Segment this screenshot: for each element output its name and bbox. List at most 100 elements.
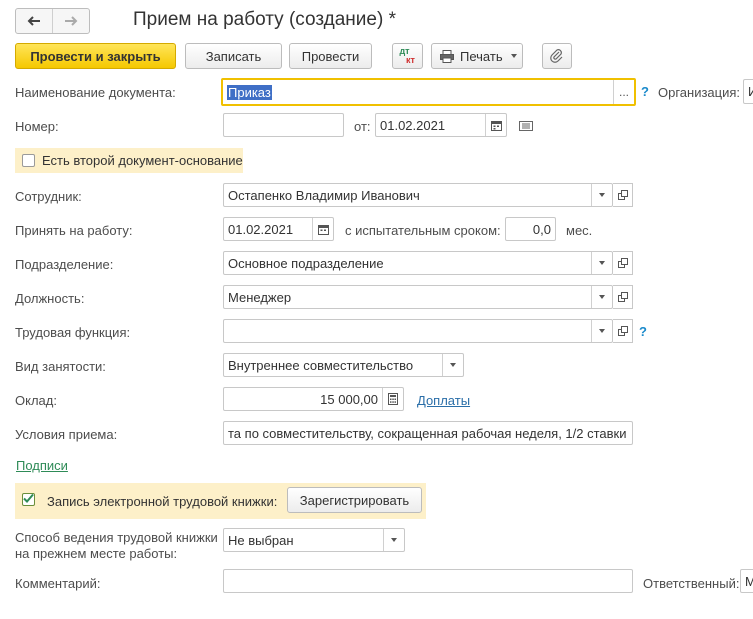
comment-label: Комментарий: [15, 576, 101, 591]
chevron-down-icon [599, 193, 605, 197]
position-dropdown[interactable] [591, 286, 612, 308]
employee-value: Остапенко Владимир Иванович [228, 187, 420, 203]
dt-kt-button[interactable]: дт кт [392, 43, 423, 69]
signatures-link[interactable]: Подписи [16, 458, 68, 473]
calendar-icon [490, 120, 502, 131]
date-value: 01.02.2021 [380, 117, 446, 133]
employee-dropdown[interactable] [591, 184, 612, 206]
employment-label: Вид занятости: [15, 359, 106, 374]
open-form-icon [617, 326, 628, 336]
open-form-icon [617, 258, 628, 268]
arrow-right-icon [65, 16, 78, 26]
responsible-label: Ответственный: [643, 576, 740, 591]
hire-label: Принять на работу: [15, 223, 133, 238]
help-icon[interactable]: ? [641, 84, 649, 99]
kt-icon: кт [406, 55, 415, 65]
trial-input[interactable]: 0,0 [505, 217, 556, 241]
from-label: от: [354, 119, 371, 134]
employee-open-button[interactable] [613, 183, 633, 207]
conditions-input[interactable]: та по совместительству, сокращенная рабо… [223, 421, 633, 445]
responsible-field[interactable]: М [740, 569, 753, 593]
employee-field[interactable]: Остапенко Владимир Иванович [223, 183, 613, 207]
calendar-icon [317, 224, 329, 235]
chevron-down-icon [599, 261, 605, 265]
calculator-icon [388, 393, 398, 405]
doc-name-field[interactable]: Приказ ... [221, 78, 636, 106]
labor-function-label: Трудовая функция: [15, 325, 131, 340]
arrow-left-icon [27, 16, 40, 26]
chevron-down-icon [510, 54, 517, 58]
org-value: И [744, 84, 753, 99]
page-title: Прием на работу (создание) * [133, 9, 396, 30]
trial-value: 0,0 [532, 221, 551, 237]
print-button[interactable]: Печать [431, 43, 523, 69]
print-label: Печать [460, 48, 503, 64]
save-button[interactable]: Записать [185, 43, 282, 69]
book-method-label-line1: Способ ведения трудовой книжки [15, 530, 218, 545]
chevron-down-icon [599, 329, 605, 333]
position-value: Менеджер [228, 289, 292, 305]
labor-function-help-icon[interactable]: ? [639, 324, 647, 339]
division-value: Основное подразделение [228, 255, 384, 271]
comment-input[interactable] [223, 569, 633, 593]
division-label: Подразделение: [15, 257, 114, 272]
calendar-button[interactable] [485, 114, 506, 136]
ework-checkbox[interactable] [22, 493, 35, 506]
second-doc-label: Есть второй документ-основание [42, 153, 243, 168]
trial-label: с испытательным сроком: [345, 223, 501, 238]
hire-date-value: 01.02.2021 [228, 221, 294, 237]
list-icon[interactable] [519, 121, 533, 131]
checkmark-icon [23, 493, 34, 503]
calculator-button[interactable] [382, 388, 403, 410]
register-button[interactable]: Зарегистрировать [287, 487, 422, 513]
post-button[interactable]: Провести [289, 43, 372, 69]
labor-function-dropdown[interactable] [591, 320, 612, 342]
chevron-down-icon [599, 295, 605, 299]
salary-label: Оклад: [15, 393, 57, 408]
position-field[interactable]: Менеджер [223, 285, 613, 309]
org-label: Организация: [658, 85, 741, 100]
org-field[interactable]: И [743, 79, 753, 104]
employee-label: Сотрудник: [15, 189, 82, 204]
ellipsis-button[interactable]: ... [613, 80, 634, 104]
division-field[interactable]: Основное подразделение [223, 251, 613, 275]
hire-calendar-button[interactable] [312, 218, 333, 240]
number-input[interactable] [223, 113, 344, 137]
salary-value: 15 000,00 [320, 391, 378, 407]
second-doc-checkbox[interactable] [22, 154, 35, 167]
hire-date-input[interactable]: 01.02.2021 [223, 217, 334, 241]
position-label: Должность: [15, 291, 85, 306]
position-open-button[interactable] [613, 285, 633, 309]
forward-button[interactable] [52, 9, 89, 33]
labor-function-open-button[interactable] [613, 319, 633, 343]
number-label: Номер: [15, 119, 59, 134]
attach-button[interactable] [542, 43, 572, 69]
book-method-select[interactable]: Не выбран [223, 528, 405, 552]
chevron-down-icon [391, 538, 397, 542]
trial-unit: мес. [566, 223, 593, 238]
doc-name-label: Наименование документа: [15, 85, 176, 100]
labor-function-field[interactable] [223, 319, 613, 343]
employment-select[interactable]: Внутреннее совместительство [223, 353, 464, 377]
doc-name-value: Приказ [227, 84, 272, 100]
conditions-value: та по совместительству, сокращенная рабо… [228, 425, 627, 441]
chevron-down-icon [450, 363, 456, 367]
nav-group [15, 8, 90, 34]
paperclip-icon [550, 49, 563, 63]
surcharges-link[interactable]: Доплаты [417, 393, 470, 408]
date-input[interactable]: 01.02.2021 [375, 113, 507, 137]
ework-label: Запись электронной трудовой книжки: [47, 494, 278, 509]
employment-value: Внутреннее совместительство [228, 357, 414, 373]
book-method-value: Не выбран [228, 532, 294, 548]
book-method-dropdown[interactable] [383, 529, 404, 551]
division-dropdown[interactable] [591, 252, 612, 274]
salary-input[interactable]: 15 000,00 [223, 387, 404, 411]
book-method-label-line2: на прежнем месте работы: [15, 546, 178, 561]
open-form-icon [617, 190, 628, 200]
employment-dropdown[interactable] [442, 354, 463, 376]
post-and-close-button[interactable]: Провести и закрыть [15, 43, 176, 69]
back-button[interactable] [16, 9, 52, 33]
open-form-icon [617, 292, 628, 302]
division-open-button[interactable] [613, 251, 633, 275]
printer-icon [440, 49, 454, 63]
